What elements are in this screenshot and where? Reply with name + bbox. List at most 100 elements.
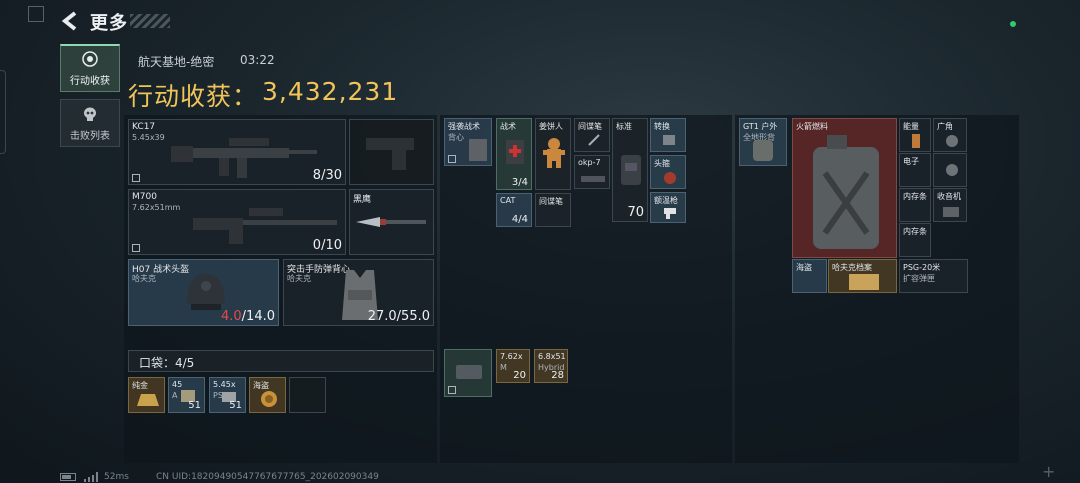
item-name: okp-7 bbox=[578, 158, 601, 167]
tab-kills[interactable]: 击败列表 bbox=[60, 99, 120, 147]
backpack-item[interactable]: 收音机 bbox=[933, 188, 967, 222]
skull-icon bbox=[84, 107, 96, 121]
vest-item[interactable]: okp-7 bbox=[574, 155, 610, 189]
backpack-item[interactable]: 内存条 bbox=[899, 223, 931, 257]
medkit-icon bbox=[506, 140, 524, 164]
item-count: 70 bbox=[627, 205, 644, 220]
pocket-item[interactable]: 纯金 bbox=[128, 377, 165, 413]
vest-item[interactable]: 战术 3/4 bbox=[496, 118, 532, 190]
pen-icon bbox=[588, 134, 600, 146]
sight-icon bbox=[581, 176, 605, 182]
adapter-icon bbox=[663, 135, 675, 145]
lock-tag-icon bbox=[132, 244, 140, 252]
backpack-item[interactable] bbox=[933, 153, 967, 187]
vest-item[interactable]: 标准 70 bbox=[612, 118, 648, 222]
item-name: 5.45x bbox=[213, 380, 236, 389]
item-count: 28 bbox=[551, 370, 564, 381]
uid-text: CN UID:18209490547767677765_202602090349 bbox=[156, 472, 379, 482]
item-name: 战术 bbox=[500, 122, 516, 131]
melee-slot[interactable]: 黑鹰 bbox=[349, 189, 434, 255]
loot-label: 行动收获： bbox=[128, 82, 259, 111]
pocket-empty-slot[interactable] bbox=[289, 377, 326, 413]
helmet-slot[interactable]: H07 战术头盔 哈夫克 4.0/14.0 bbox=[128, 259, 279, 326]
vest-item[interactable]: 姜饼人 bbox=[535, 118, 571, 190]
weapon-ammo: 8/30 bbox=[312, 168, 342, 183]
item-name: 6.8x51 bbox=[538, 352, 566, 361]
item-sub: 背心 bbox=[448, 133, 464, 142]
backpack-item[interactable]: 哈夫克档案 bbox=[828, 259, 897, 293]
weapon-caliber: 7.62x51mm bbox=[132, 203, 181, 212]
pocket-label: 口袋：4/5 bbox=[139, 356, 195, 370]
knife-icon bbox=[356, 217, 426, 227]
item-count: 4/4 bbox=[511, 214, 528, 225]
document-icon bbox=[849, 274, 879, 290]
item-name: 45 bbox=[172, 380, 183, 389]
item-name: 内存条 bbox=[903, 227, 927, 236]
backpack-item[interactable]: 电子 bbox=[899, 153, 931, 187]
pocket-item[interactable]: 45 A 51 bbox=[168, 377, 205, 413]
item-name: 火箭燃料 bbox=[796, 122, 828, 131]
backpack-item[interactable]: 广角 bbox=[933, 118, 967, 152]
vest-item[interactable]: 强袭战术 背心 bbox=[444, 118, 492, 166]
item-name: CAT bbox=[500, 196, 516, 205]
case-icon bbox=[456, 365, 482, 379]
vest-item[interactable]: 间谍笔 bbox=[535, 193, 571, 227]
weapon-slot-secondary[interactable]: M700 7.62x51mm 0/10 bbox=[128, 189, 346, 255]
item-name: 内存条 bbox=[903, 192, 927, 201]
pocket-item[interactable]: 海盗 bbox=[249, 377, 286, 413]
tab-loot[interactable]: 行动收获 bbox=[60, 44, 120, 92]
armor-slot[interactable]: 突击手防弹背心 哈夫克 27.0/55.0 bbox=[283, 259, 434, 326]
item-name: GT1 户外 bbox=[743, 122, 778, 131]
backpack-item[interactable]: 内存条 bbox=[899, 188, 931, 222]
jerrycan-icon bbox=[813, 135, 879, 249]
ammo-item[interactable]: 6.8x51 Hybrid 28 bbox=[534, 349, 568, 383]
item-name: 转换 bbox=[654, 122, 670, 131]
backpack-item[interactable]: PSG-20米 扩容弹匣 bbox=[899, 259, 968, 293]
corner-frame bbox=[28, 6, 44, 22]
left-edge-handle[interactable] bbox=[0, 70, 6, 154]
weapon-caliber: 5.45x39 bbox=[132, 133, 165, 142]
gold-bar-icon bbox=[137, 394, 159, 406]
ping-text: 52ms bbox=[104, 472, 129, 482]
plus-icon[interactable]: + bbox=[1042, 462, 1055, 481]
item-name: 间谍笔 bbox=[539, 197, 563, 206]
item-name: 额温枪 bbox=[654, 196, 678, 205]
item-name: 广角 bbox=[937, 122, 953, 131]
item-name: 纯金 bbox=[132, 381, 148, 390]
vest-item[interactable]: CAT 4/4 bbox=[496, 193, 532, 227]
radio-icon bbox=[943, 207, 959, 217]
gingerbread-icon bbox=[543, 138, 565, 168]
backpack-item[interactable]: 火箭燃料 bbox=[792, 118, 897, 258]
weapon-name: M700 bbox=[132, 192, 157, 202]
sidearm-slot[interactable] bbox=[349, 119, 434, 185]
armor-brand: 哈夫克 bbox=[287, 274, 311, 283]
item-name: 姜饼人 bbox=[539, 122, 563, 131]
lens-icon bbox=[946, 164, 958, 176]
pocket-header: 口袋：4/5 bbox=[128, 350, 434, 372]
item-count: 51 bbox=[188, 400, 201, 411]
vest-item[interactable]: 额温枪 bbox=[650, 192, 686, 223]
vest-item[interactable]: 头箍 bbox=[650, 155, 686, 189]
backpack-item[interactable]: 海盗 bbox=[792, 259, 827, 293]
thermometer-gun-icon bbox=[664, 208, 676, 219]
pistol-silhouette-icon bbox=[366, 138, 414, 170]
vest-item[interactable]: 间谍笔 bbox=[574, 118, 610, 152]
item-name: 强袭战术 bbox=[448, 122, 480, 131]
tab-loot-label: 行动收获 bbox=[70, 76, 110, 87]
armor-durability: 27.0/55.0 bbox=[367, 309, 430, 324]
item-name: 间谍笔 bbox=[578, 122, 602, 131]
pocket-item[interactable]: 5.45x PS 51 bbox=[209, 377, 246, 413]
item-count: 3/4 bbox=[511, 177, 528, 188]
backpack-item[interactable]: GT1 户外 全地形背 bbox=[739, 118, 787, 166]
item-name: 标准 bbox=[616, 122, 632, 131]
item-name: 能量 bbox=[903, 122, 919, 131]
item-name: 电子 bbox=[903, 157, 919, 166]
vest-item[interactable] bbox=[444, 349, 492, 397]
weapon-slot-primary[interactable]: KC17 5.45x39 8/30 bbox=[128, 119, 346, 185]
vest-item[interactable]: 转换 bbox=[650, 118, 686, 152]
ammo-item[interactable]: 7.62x M 20 bbox=[496, 349, 530, 383]
backpack-item[interactable]: 能量 bbox=[899, 118, 931, 152]
lens-icon bbox=[946, 135, 958, 147]
back-arrow-icon[interactable] bbox=[60, 10, 82, 32]
item-sub: 扩容弹匣 bbox=[903, 274, 935, 283]
